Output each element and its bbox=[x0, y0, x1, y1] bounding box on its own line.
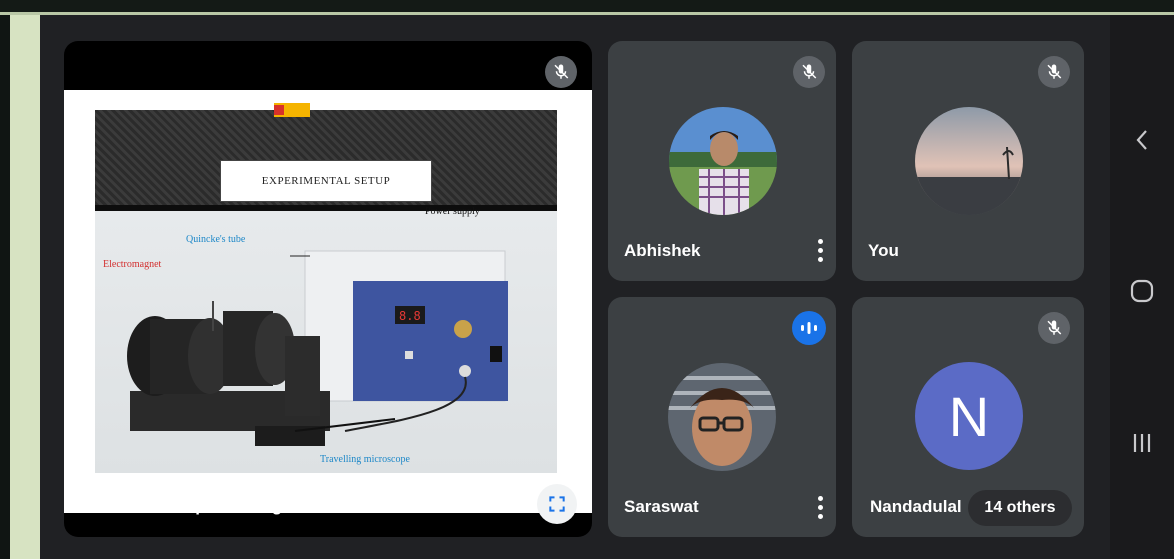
mic-off-icon bbox=[1038, 312, 1070, 344]
participant-tile-abhishek[interactable]: Abhishek bbox=[608, 41, 836, 281]
mic-off-icon bbox=[545, 56, 577, 88]
mic-off-icon bbox=[793, 56, 825, 88]
window-frame bbox=[10, 15, 40, 559]
participant-name: Saraswat bbox=[624, 497, 699, 516]
label-travelling-microscope: Travelling microscope bbox=[320, 454, 410, 465]
experiment-photo: 8.8 Power supply Quincke's tube Electrom… bbox=[95, 206, 557, 473]
fullscreen-button[interactable] bbox=[537, 484, 577, 524]
svg-text:8.8: 8.8 bbox=[399, 309, 421, 323]
speaking-indicator-icon bbox=[792, 311, 826, 345]
avatar bbox=[915, 107, 1023, 215]
label-electromagnet: Electromagnet bbox=[103, 259, 162, 270]
shared-slide: EXPERIMENTAL SETUP 8.8 Power supply Quin… bbox=[64, 90, 592, 513]
avatar-letter: N bbox=[915, 362, 1023, 470]
recents-icon[interactable] bbox=[1110, 423, 1174, 463]
system-nav-bar bbox=[1110, 15, 1174, 559]
back-icon[interactable] bbox=[1110, 120, 1174, 160]
slide-logo-mark bbox=[274, 105, 284, 115]
more-options-button[interactable] bbox=[809, 235, 831, 265]
others-count-button[interactable]: 14 others bbox=[968, 490, 1072, 526]
mic-off-icon bbox=[1038, 56, 1070, 88]
fullscreen-icon bbox=[549, 496, 565, 512]
avatar bbox=[668, 363, 776, 471]
participant-tile-you[interactable]: You bbox=[852, 41, 1084, 281]
top-bar bbox=[0, 0, 1174, 15]
participant-name: You bbox=[868, 241, 899, 260]
participant-name: Abhishek bbox=[624, 241, 701, 260]
label-power-supply: Power supply bbox=[425, 206, 480, 217]
label-quinckes-tube: Quincke's tube bbox=[186, 234, 246, 245]
avatar bbox=[669, 107, 777, 215]
left-edge bbox=[0, 15, 10, 559]
presenter-label: Nandadulal is presenting bbox=[80, 496, 283, 515]
participant-tile-saraswat[interactable]: Saraswat bbox=[608, 297, 836, 537]
slide-title: EXPERIMENTAL SETUP bbox=[220, 160, 432, 202]
presentation-tile[interactable]: EXPERIMENTAL SETUP 8.8 Power supply Quin… bbox=[64, 41, 592, 537]
more-options-button[interactable] bbox=[809, 492, 831, 522]
participant-name: Nandadulal bbox=[870, 497, 962, 516]
home-icon[interactable] bbox=[1110, 271, 1174, 311]
